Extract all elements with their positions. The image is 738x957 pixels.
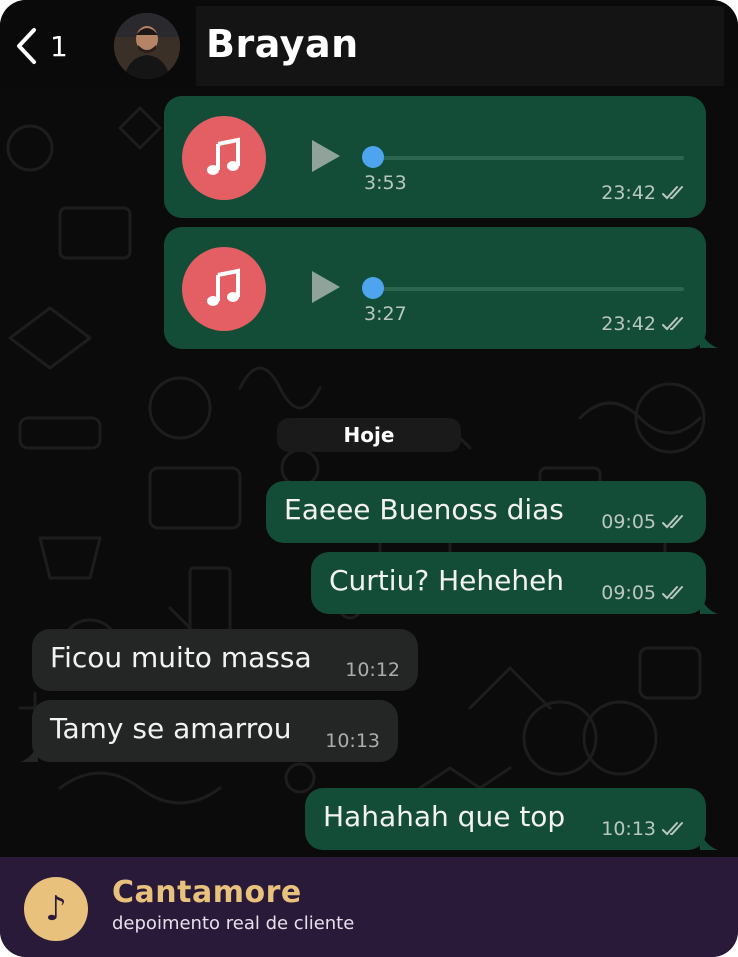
unread-count: 1 bbox=[50, 29, 68, 63]
bubble-tail bbox=[700, 596, 718, 614]
audio-duration: 3:27 bbox=[364, 303, 407, 325]
chat-header: 1 Brayan bbox=[0, 0, 738, 88]
message-text: Ficou muito massa bbox=[50, 641, 312, 674]
message-meta: 23:42 bbox=[601, 313, 688, 335]
double-check-icon bbox=[662, 586, 683, 600]
message-time: 09:05 bbox=[601, 582, 656, 604]
audio-file-badge bbox=[182, 247, 266, 331]
audio-message[interactable]: 3:53 23:42 bbox=[164, 96, 706, 218]
play-icon[interactable] bbox=[312, 140, 340, 172]
message-time: 10:13 bbox=[325, 730, 380, 752]
brand-logo: ♪ bbox=[24, 877, 88, 941]
message-time: 10:13 bbox=[601, 818, 656, 840]
bubble-tail bbox=[700, 330, 718, 348]
brand-name: Cantamore bbox=[112, 875, 302, 910]
message-text: Tamy se amarrou bbox=[50, 712, 292, 745]
message-meta: 10:13 bbox=[325, 730, 380, 752]
audio-file-badge bbox=[182, 116, 266, 200]
message-bubble[interactable]: Tamy se amarrou 10:13 bbox=[32, 700, 398, 762]
contact-name[interactable]: Brayan bbox=[206, 22, 359, 66]
message-bubble[interactable]: Ficou muito massa 10:12 bbox=[32, 629, 418, 691]
chat-screen: 1 Brayan 3:53 23:42 3:27 23:42 Hoje Eaee… bbox=[0, 0, 738, 957]
avatar-image bbox=[114, 13, 180, 79]
double-check-icon bbox=[662, 515, 683, 529]
back-button[interactable]: 1 bbox=[14, 26, 74, 66]
audio-progress-track[interactable] bbox=[370, 156, 684, 160]
message-bubble[interactable]: Curtiu? Heheheh 09:05 bbox=[311, 552, 706, 614]
audio-duration: 3:53 bbox=[364, 172, 407, 194]
audio-progress-track[interactable] bbox=[370, 287, 684, 291]
chevron-left-icon bbox=[17, 28, 36, 64]
message-meta: 09:05 bbox=[601, 511, 688, 533]
message-text: Curtiu? Heheheh bbox=[329, 564, 565, 597]
message-bubble[interactable]: Hahahah que top 10:13 bbox=[305, 788, 706, 850]
bubble-tail bbox=[20, 744, 38, 762]
message-meta: 10:13 bbox=[601, 818, 688, 840]
message-time: 10:12 bbox=[345, 659, 400, 681]
message-meta: 09:05 bbox=[601, 582, 688, 604]
audio-message[interactable]: 3:27 23:42 bbox=[164, 227, 706, 349]
double-check-icon bbox=[662, 186, 683, 200]
message-meta: 23:42 bbox=[601, 182, 688, 204]
brand-footer: ♪ Cantamore depoimento real de cliente bbox=[0, 857, 738, 957]
music-note-icon bbox=[207, 137, 240, 175]
audio-progress-knob[interactable] bbox=[362, 146, 384, 168]
double-check-icon bbox=[662, 822, 683, 836]
audio-progress-knob[interactable] bbox=[362, 277, 384, 299]
music-note-icon bbox=[207, 268, 240, 306]
brand-subtitle: depoimento real de cliente bbox=[112, 913, 355, 934]
play-icon[interactable] bbox=[312, 271, 340, 303]
message-text: Hahahah que top bbox=[323, 800, 566, 833]
message-text: Eaeee Buenoss dias bbox=[284, 493, 564, 526]
message-meta: 10:12 bbox=[345, 659, 400, 681]
bubble-tail bbox=[700, 832, 718, 850]
message-bubble[interactable]: Eaeee Buenoss dias 09:05 bbox=[266, 481, 706, 543]
message-time: 09:05 bbox=[601, 511, 656, 533]
double-check-icon bbox=[662, 317, 683, 331]
message-time: 23:42 bbox=[601, 182, 656, 204]
contact-avatar[interactable] bbox=[114, 13, 180, 79]
date-divider: Hoje bbox=[277, 418, 461, 452]
message-time: 23:42 bbox=[601, 313, 656, 335]
